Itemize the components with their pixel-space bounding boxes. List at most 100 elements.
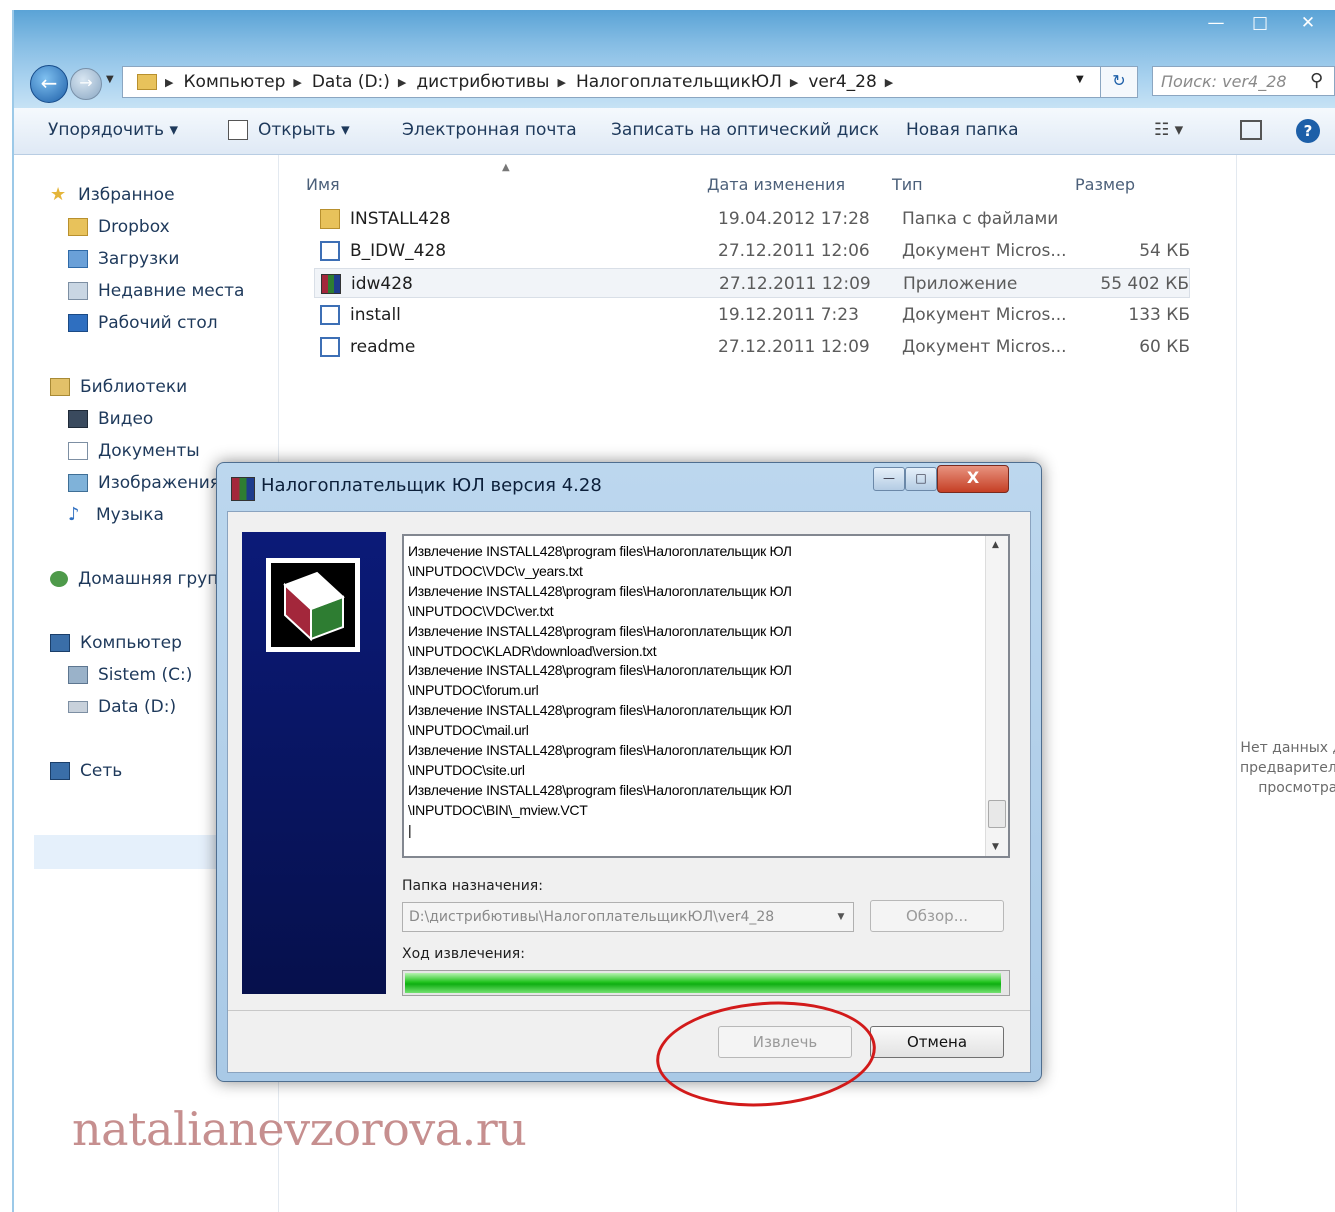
minimize-button[interactable]: —	[1194, 10, 1238, 38]
column-header-size[interactable]: Размер	[1075, 175, 1135, 194]
images-icon	[68, 474, 88, 492]
nav-libraries[interactable]: Библиотеки	[50, 377, 187, 397]
nav-favorites[interactable]: ★ Избранное	[50, 185, 175, 205]
nav-desktop[interactable]: Рабочий стол	[68, 313, 218, 333]
homegroup-icon	[50, 571, 68, 587]
help-button[interactable]: ?	[1296, 119, 1320, 143]
nav-selection-highlight	[34, 835, 224, 869]
column-header-date[interactable]: Дата изменения	[707, 175, 845, 194]
video-icon	[68, 410, 88, 428]
file-name: INSTALL428	[350, 209, 451, 229]
folder-icon	[137, 74, 157, 90]
document-icon	[320, 337, 340, 357]
file-row[interactable]: install 19.12.2011 7:23 Документ Micros.…	[314, 300, 1190, 330]
column-header-type[interactable]: Тип	[892, 175, 923, 194]
nav-network[interactable]: Сеть	[50, 761, 122, 781]
computer-icon	[50, 634, 70, 652]
dialog-side-banner	[242, 532, 386, 994]
back-button[interactable]: ←	[30, 65, 68, 103]
breadcrumb-distributives[interactable]: дистрибютивы	[416, 72, 549, 92]
scroll-down-icon[interactable]: ▼	[992, 842, 999, 852]
file-row[interactable]: B_IDW_428 27.12.2011 12:06 Документ Micr…	[314, 236, 1190, 266]
column-header-name[interactable]: Имя	[306, 175, 340, 194]
nav-video[interactable]: Видео	[68, 409, 153, 429]
file-size: 54 КБ	[1139, 241, 1190, 261]
destination-folder-field[interactable]: D:\дистрибютивы\НалогоплательщикЮЛ\ver4_…	[402, 902, 854, 932]
nav-drive-d[interactable]: Data (D:)	[68, 697, 176, 717]
address-bar[interactable]: ▶ Компьютер ▶ Data (D:) ▶ дистрибютивы ▶…	[122, 66, 1122, 98]
scroll-thumb[interactable]	[988, 800, 1006, 828]
log-text: Извлечение INSTALL428\program files\Нало…	[408, 543, 792, 838]
scroll-up-icon[interactable]: ▲	[992, 540, 999, 550]
breadcrumb-separator[interactable]: ▶	[885, 76, 893, 89]
forward-button[interactable]: →	[70, 68, 102, 100]
file-name: idw428	[351, 274, 413, 294]
organize-button[interactable]: Упорядочить ▾	[48, 120, 178, 140]
file-type: Папка с файлами	[902, 209, 1059, 229]
open-button[interactable]: Открыть ▾	[258, 120, 350, 140]
nav-downloads[interactable]: Загрузки	[68, 249, 179, 269]
nav-label: Музыка	[96, 505, 164, 525]
nav-label: Изображения	[98, 473, 221, 493]
new-folder-button[interactable]: Новая папка	[906, 120, 1019, 140]
file-type: Приложение	[903, 274, 1018, 294]
star-icon: ★	[50, 184, 67, 205]
breadcrumb-separator[interactable]: ▶	[398, 76, 406, 89]
breadcrumb-separator[interactable]: ▶	[557, 76, 565, 89]
preview-pane-toggle[interactable]	[1240, 120, 1262, 140]
dialog-close-button[interactable]: X	[937, 465, 1009, 493]
breadcrumb-computer[interactable]: Компьютер	[183, 72, 285, 92]
address-dropdown-icon[interactable]: ▼	[1076, 74, 1084, 85]
nav-computer[interactable]: Компьютер	[50, 633, 182, 653]
file-row-selected[interactable]: idw428 27.12.2011 12:09 Приложение 55 40…	[314, 268, 1190, 298]
file-row[interactable]: INSTALL428 19.04.2012 17:28 Папка с файл…	[314, 204, 1190, 234]
nav-label: Компьютер	[80, 633, 182, 653]
breadcrumb-separator[interactable]: ▶	[790, 76, 798, 89]
maximize-button[interactable]: □	[1238, 10, 1282, 38]
recent-pages-dropdown[interactable]: ▼	[106, 74, 114, 85]
nav-label: Документы	[98, 441, 200, 461]
recent-places-icon	[68, 282, 88, 300]
preview-pane	[1236, 155, 1335, 1212]
dialog-divider	[228, 1010, 1030, 1011]
desktop-icon	[68, 314, 88, 332]
nav-dropbox[interactable]: Dropbox	[68, 217, 170, 237]
libraries-icon	[50, 378, 70, 396]
nav-music[interactable]: ♪ Музыка	[68, 505, 164, 525]
command-bar: Упорядочить ▾ Открыть ▾ Электронная почт…	[14, 108, 1335, 155]
dialog-minimize-button[interactable]: —	[873, 467, 905, 491]
folder-icon	[68, 218, 88, 236]
search-icon[interactable]: ⚲	[1310, 70, 1323, 91]
chevron-down-icon[interactable]: ▼	[828, 902, 854, 932]
file-name: readme	[350, 337, 416, 357]
nav-documents[interactable]: Документы	[68, 441, 200, 461]
archive-logo-icon	[271, 563, 355, 647]
browse-button[interactable]: Обзор...	[870, 900, 1004, 932]
extraction-log[interactable]: Извлечение INSTALL428\program files\Нало…	[402, 534, 1010, 858]
close-button[interactable]: ✕	[1282, 10, 1334, 38]
refresh-button[interactable]: ↻	[1100, 66, 1138, 98]
burn-disc-button[interactable]: Записать на оптический диск	[611, 120, 879, 140]
nav-homegroup[interactable]: Домашняя группа	[50, 569, 240, 589]
search-input[interactable]: Поиск: ver4_28	[1152, 66, 1335, 96]
file-type: Документ Micros...	[902, 241, 1067, 261]
nav-images[interactable]: Изображения	[68, 473, 220, 493]
file-name: B_IDW_428	[350, 241, 447, 261]
file-row[interactable]: readme 27.12.2011 12:09 Документ Micros.…	[314, 332, 1190, 362]
breadcrumb-taxpayer[interactable]: НалогоплательщикЮЛ	[576, 72, 782, 92]
nav-recent[interactable]: Недавние места	[68, 281, 244, 301]
breadcrumb-separator[interactable]: ▶	[293, 76, 301, 89]
breadcrumb-ver4-28[interactable]: ver4_28	[808, 72, 876, 92]
document-icon	[320, 241, 340, 261]
nav-label: Загрузки	[98, 249, 180, 269]
dialog-maximize-button[interactable]: □	[905, 467, 937, 491]
file-date: 27.12.2011 12:09	[719, 274, 871, 294]
extraction-progress-bar	[402, 970, 1010, 996]
cancel-button[interactable]: Отмена	[870, 1026, 1004, 1058]
nav-drive-c[interactable]: Sistem (C:)	[68, 665, 192, 685]
change-view-button[interactable]: ☷ ▾	[1154, 120, 1183, 140]
email-button[interactable]: Электронная почта	[402, 120, 577, 140]
nav-label: Видео	[98, 409, 154, 429]
breadcrumb-data-d[interactable]: Data (D:)	[312, 72, 390, 92]
log-scrollbar[interactable]: ▲ ▼	[985, 536, 1008, 856]
